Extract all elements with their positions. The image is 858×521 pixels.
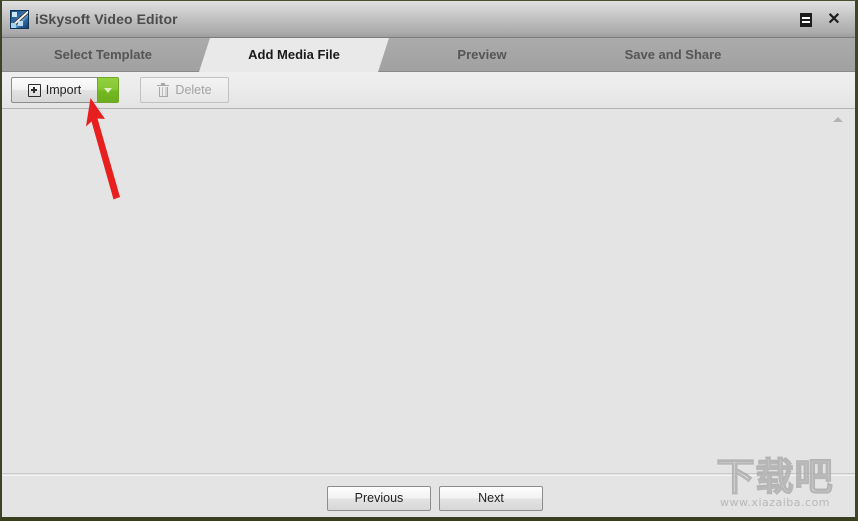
tab-select-template[interactable]: Select Template [7,38,199,72]
caret-down-icon [104,87,112,93]
import-button-label: Import [45,83,82,97]
import-dropdown-button[interactable] [97,77,119,103]
media-library-panel[interactable] [2,109,855,474]
tab-add-media-file[interactable]: Add Media File [199,38,389,72]
previous-button[interactable]: Previous [327,486,431,511]
menu-icon[interactable] [796,10,816,30]
delete-button-label: Delete [175,83,212,97]
tab-bar: Select Template Add Media File Preview S… [2,38,855,72]
import-button-group: Import [11,77,119,103]
next-button[interactable]: Next [439,486,543,511]
delete-button[interactable]: Delete [140,77,229,103]
close-icon[interactable]: ✕ [824,10,844,30]
toolbar: Import Delete [2,72,855,109]
menu-glyph [800,13,812,27]
footer-bar: Previous Next [2,475,855,517]
import-button[interactable]: Import [11,77,97,103]
video-editor-icon [10,10,29,29]
add-box-icon [27,83,41,97]
window-title: iSkysoft Video Editor [35,11,178,27]
title-bar: iSkysoft Video Editor ✕ [2,1,855,38]
caret-up-icon[interactable] [833,117,843,122]
tab-save-and-share[interactable]: Save and Share [575,38,771,72]
application-window: iSkysoft Video Editor ✕ Select Template … [0,0,858,521]
trash-icon [157,83,170,97]
tab-preview[interactable]: Preview [389,38,575,72]
